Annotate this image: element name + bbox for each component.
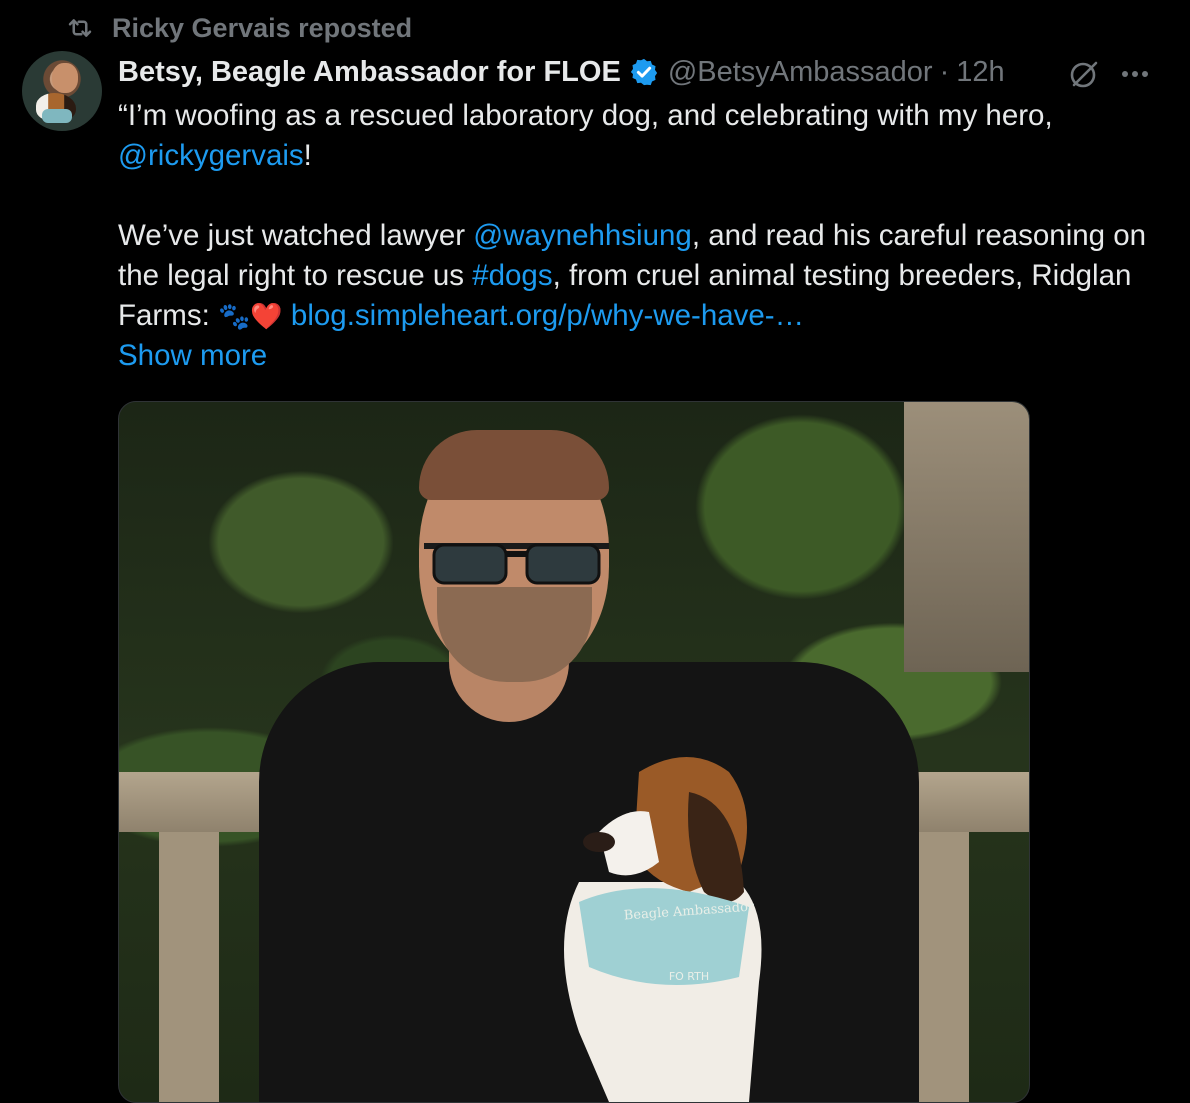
photo-person-hair [419, 430, 609, 500]
repost-icon [62, 13, 98, 43]
tweet-paragraph-2: We’ve just watched lawyer @waynehhsiung,… [118, 216, 1168, 336]
photo-stone-wall [904, 402, 1029, 672]
tweet-header: Betsy, Beagle Ambassador for FLOE @Betsy… [118, 52, 1160, 92]
mention-rickygervais[interactable]: @rickygervais [118, 139, 304, 172]
hashtag-dogs[interactable]: #dogs [472, 259, 552, 292]
tweet-text: “I’m woofing as a rescued laboratory dog… [118, 96, 1168, 376]
paw-heart-emojis: 🐾❤️ [217, 301, 283, 331]
text-segment: “I’m woofing as a rescued laboratory dog… [118, 99, 1053, 132]
more-options-icon[interactable] [1117, 56, 1153, 92]
avatar-face [52, 63, 78, 93]
avatar-dog-vest [42, 109, 72, 123]
text-segment: We’ve just watched lawyer [118, 219, 474, 252]
grok-icon[interactable] [1066, 56, 1102, 92]
show-more-link[interactable]: Show more [118, 336, 1168, 376]
separator-dot: · [939, 55, 950, 88]
mention-waynehhsiung[interactable]: @waynehhsiung [473, 219, 692, 252]
external-link[interactable]: blog.simpleheart.org/p/why-we-have-… [291, 299, 804, 332]
tweet-timestamp[interactable]: 12h [956, 56, 1004, 89]
text-segment: ! [303, 139, 312, 172]
repost-indicator[interactable]: Ricky Gervais reposted [62, 10, 412, 46]
verified-badge-icon[interactable] [629, 57, 659, 87]
photo-bandana-subtext: FO RTH [668, 970, 710, 983]
author-name[interactable]: Betsy, Beagle Ambassador for FLOE [118, 56, 621, 89]
photo-bench-post-left [159, 832, 219, 1102]
repost-label: Ricky Gervais reposted [112, 12, 413, 43]
author-avatar[interactable] [22, 51, 102, 131]
tweet-paragraph-1: “I’m woofing as a rescued laboratory dog… [118, 96, 1168, 176]
photo-sunglasses [424, 543, 609, 585]
author-handle[interactable]: @BetsyAmbassador [668, 56, 933, 89]
tweet-media-photo[interactable]: Beagle Ambassador FO RTH [118, 401, 1030, 1103]
paragraph-spacer [118, 176, 1168, 216]
